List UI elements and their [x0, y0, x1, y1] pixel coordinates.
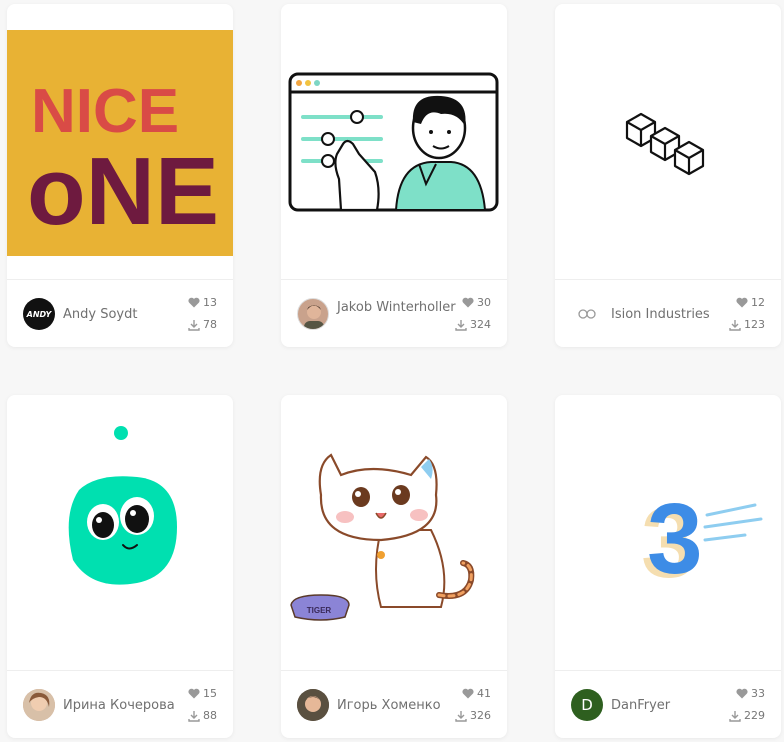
like-count[interactable]: 41	[462, 687, 491, 700]
shot-artwork[interactable]	[7, 395, 233, 670]
author-name[interactable]: Игорь Хоменко	[337, 697, 457, 714]
author-name[interactable]: Jakob Winterholler	[337, 299, 457, 316]
avatar[interactable]	[297, 298, 329, 330]
avatar-photo	[297, 689, 329, 721]
shot-artwork[interactable]	[281, 4, 507, 279]
card-footer: Игорь Хоменко 41 326	[281, 670, 507, 738]
cubes-illustration	[625, 112, 705, 176]
download-count-value: 123	[744, 318, 765, 331]
shot-artwork[interactable]: TIGER	[281, 395, 507, 670]
like-count[interactable]: 13	[188, 296, 217, 309]
like-count[interactable]: 12	[736, 296, 765, 309]
shot-artwork[interactable]: NICE oNE	[7, 4, 233, 279]
author-name[interactable]: Ision Industries	[611, 306, 731, 323]
like-count[interactable]: 30	[462, 296, 491, 309]
author-name[interactable]: DanFryer	[611, 697, 731, 714]
download-icon	[455, 710, 467, 722]
download-icon	[188, 319, 200, 331]
download-icon	[729, 710, 741, 722]
download-count-value: 326	[470, 709, 491, 722]
avatar[interactable]	[297, 689, 329, 721]
shot-card[interactable]: Ision Industries 12 123	[555, 4, 781, 347]
download-icon	[729, 319, 741, 331]
like-count-value: 41	[477, 687, 491, 700]
heart-icon	[462, 297, 474, 308]
svg-text:3: 3	[647, 483, 703, 595]
author-name[interactable]: Ирина Кочерова	[63, 697, 183, 714]
browser-illustration	[288, 72, 499, 212]
download-count-value: 229	[744, 709, 765, 722]
card-footer: Ision Industries 12 123	[555, 279, 781, 347]
download-count[interactable]: 326	[455, 709, 491, 722]
like-count[interactable]: 15	[188, 687, 217, 700]
cat-illustration: TIGER	[290, 453, 475, 621]
shot-card[interactable]: Jakob Winterholler 30 324	[281, 4, 507, 347]
bowl-label: TIGER	[307, 606, 332, 615]
heart-icon	[736, 297, 748, 308]
like-count-value: 15	[203, 687, 217, 700]
download-count-value: 88	[203, 709, 217, 722]
shot-card[interactable]: Ирина Кочерова 15 88	[7, 395, 233, 738]
svg-text:oNE: oNE	[27, 138, 219, 245]
green-blob-character	[68, 426, 177, 585]
heart-icon	[188, 297, 200, 308]
heart-icon	[188, 688, 200, 699]
like-count-value: 30	[477, 296, 491, 309]
download-count[interactable]: 88	[188, 709, 217, 722]
like-count-value: 13	[203, 296, 217, 309]
card-footer: D DanFryer 33 229	[555, 670, 781, 738]
nice-one-lettering: NICE oNE	[27, 77, 219, 245]
download-count-value: 78	[203, 318, 217, 331]
avatar[interactable]	[571, 298, 603, 330]
download-icon	[455, 319, 467, 331]
avatar-photo	[304, 305, 324, 329]
like-count[interactable]: 33	[736, 687, 765, 700]
download-count[interactable]: 229	[729, 709, 765, 722]
shot-card[interactable]: TIGER Игорь Хоменко 41 326	[281, 395, 507, 738]
avatar[interactable]: ANDY	[23, 298, 55, 330]
download-count[interactable]: 324	[455, 318, 491, 331]
avatar[interactable]	[23, 689, 55, 721]
card-footer: Jakob Winterholler 30 324	[281, 279, 507, 347]
shot-card[interactable]: 3 3 D DanFryer 33 229	[555, 395, 781, 738]
avatar[interactable]: D	[571, 689, 603, 721]
download-count-value: 324	[470, 318, 491, 331]
like-count-value: 33	[751, 687, 765, 700]
author-name[interactable]: Andy Soydt	[63, 306, 183, 323]
shot-artwork[interactable]: 3 3	[555, 395, 781, 670]
like-count-value: 12	[751, 296, 765, 309]
download-count[interactable]: 123	[729, 318, 765, 331]
download-count[interactable]: 78	[188, 318, 217, 331]
heart-icon	[462, 688, 474, 699]
glasses-icon	[578, 309, 596, 319]
card-footer: Ирина Кочерова 15 88	[7, 670, 233, 738]
avatar-photo	[23, 689, 55, 721]
shot-artwork[interactable]	[555, 4, 781, 279]
download-icon	[188, 710, 200, 722]
shot-card[interactable]: NICE oNE ANDY Andy Soydt 13 78	[7, 4, 233, 347]
card-footer: ANDY Andy Soydt 13 78	[7, 279, 233, 347]
number-three-illustration: 3 3	[641, 483, 763, 599]
heart-icon	[736, 688, 748, 699]
svg-text:NICE: NICE	[31, 77, 179, 146]
